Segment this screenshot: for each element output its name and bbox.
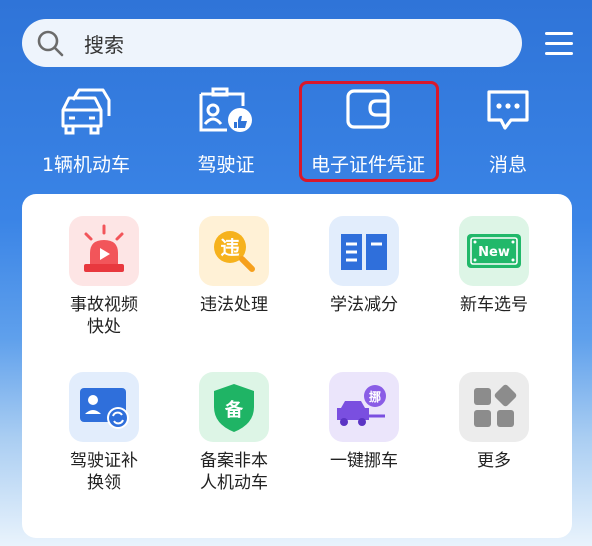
service-new-car-plate[interactable]: New 新车选号 — [434, 216, 554, 316]
top-nav-license[interactable]: 驾驶证 — [156, 84, 296, 182]
more-label: 更多 — [477, 451, 511, 471]
new-plate-icon: New — [459, 216, 529, 286]
accident-label-2: 快处 — [87, 317, 121, 337]
register-label-2: 人机动车 — [200, 473, 268, 493]
new-badge-text: New — [478, 245, 510, 260]
move-glyph: 挪 — [369, 389, 381, 404]
vehicles-label: 1辆机动车 — [41, 154, 131, 176]
license-refresh-icon — [69, 372, 139, 442]
register-label-1: 备案非本 — [200, 451, 268, 471]
siren-icon — [69, 216, 139, 286]
shield-register-icon: 备 — [199, 372, 269, 442]
move-label: 一键挪车 — [330, 451, 398, 471]
service-license-replace[interactable]: 驾驶证补 换领 — [44, 372, 164, 494]
tow-truck-icon: 挪 — [329, 372, 399, 442]
service-move-car[interactable]: 挪 一键挪车 — [304, 372, 424, 472]
service-accident-video[interactable]: 事故视频 快处 — [44, 216, 164, 338]
replace-label-1: 驾驶证补 — [70, 451, 138, 471]
service-study[interactable]: 学法减分 — [304, 216, 424, 316]
services-panel: 事故视频 快处 违 违法处理 学法减分 New 新车选号 驾驶证补 换领 备 备… — [22, 194, 572, 538]
license-label: 驾驶证 — [197, 154, 255, 176]
svg-text:违: 违 — [220, 237, 239, 259]
highlight-box — [299, 81, 439, 182]
service-violation[interactable]: 违 违法处理 — [174, 216, 294, 316]
messages-label: 消息 — [488, 154, 527, 176]
more-grid-icon — [459, 372, 529, 442]
top-nav-messages[interactable]: 消息 — [438, 84, 578, 182]
chat-bubble-icon — [438, 86, 578, 138]
license-card-icon — [156, 86, 296, 138]
magnifier-violation-icon: 违 — [199, 216, 269, 286]
menu-icon[interactable] — [545, 30, 575, 56]
service-register-vehicle[interactable]: 备 备案非本 人机动车 — [174, 372, 294, 494]
register-glyph: 备 — [224, 399, 244, 421]
study-label: 学法减分 — [330, 295, 398, 315]
search-icon — [37, 30, 64, 57]
replace-label-2: 换领 — [87, 473, 121, 493]
book-icon — [329, 216, 399, 286]
service-more[interactable]: 更多 — [434, 372, 554, 472]
newcar-label: 新车选号 — [460, 295, 528, 315]
car-icon — [16, 86, 156, 138]
violation-label: 违法处理 — [200, 295, 268, 315]
top-nav-vehicles[interactable]: 1辆机动车 — [16, 84, 156, 182]
search-placeholder: 搜索 — [84, 32, 124, 57]
accident-label-1: 事故视频 — [70, 295, 138, 315]
search-bar[interactable]: 搜索 — [22, 19, 522, 67]
